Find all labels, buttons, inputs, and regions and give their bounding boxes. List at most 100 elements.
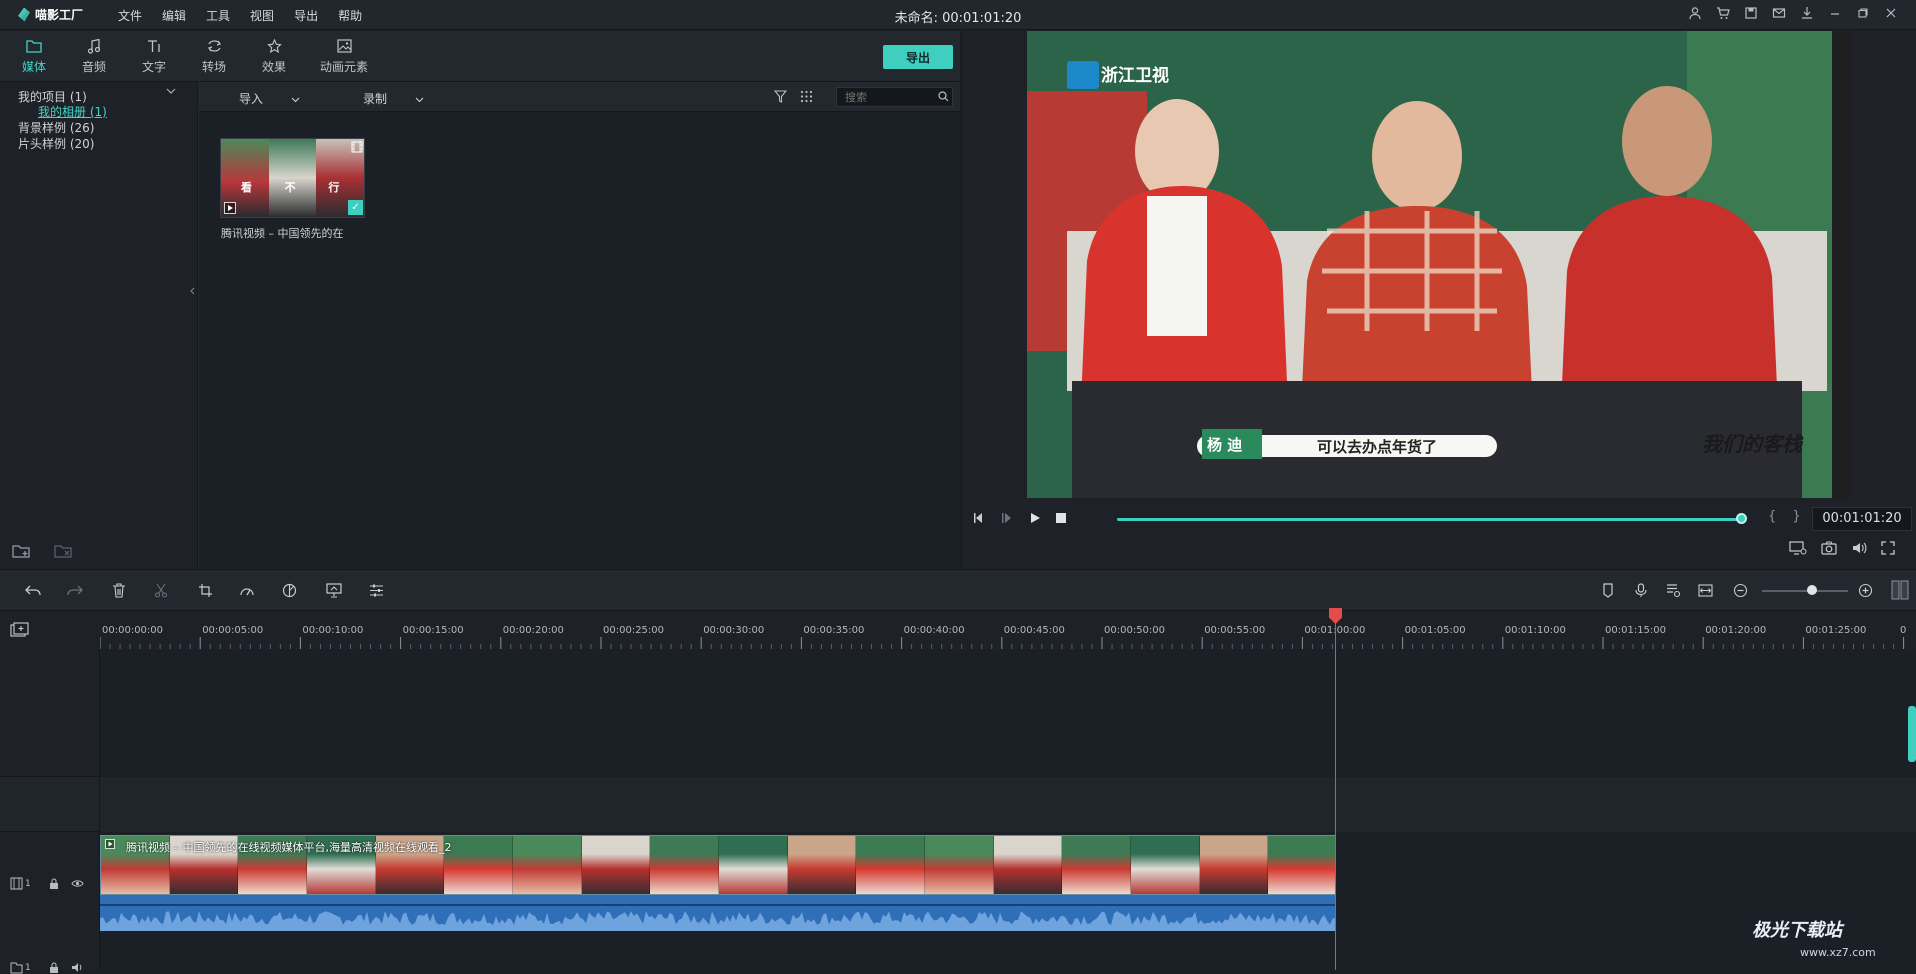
restore-icon[interactable]	[1856, 6, 1872, 22]
play-icon[interactable]	[1028, 511, 1042, 525]
grid-view-icon[interactable]	[800, 90, 813, 103]
account-icon[interactable]	[1688, 6, 1704, 22]
volume-icon[interactable]	[1851, 541, 1867, 555]
logo-icon	[18, 7, 30, 22]
scissors-icon[interactable]	[154, 583, 168, 598]
green-screen-icon[interactable]	[326, 583, 342, 598]
close-icon[interactable]	[1884, 6, 1900, 22]
clip-frame	[650, 836, 720, 894]
tab-media[interactable]: 媒体	[4, 31, 64, 81]
zoom-in-icon[interactable]	[1858, 583, 1873, 598]
video-clip[interactable]: 腾讯视频 – 中国领先的在线视频媒体平台,海量高清视频在线观看_2	[100, 835, 1336, 895]
menu-export[interactable]: 导出	[284, 7, 328, 24]
progress-handle[interactable]	[1736, 513, 1747, 524]
marker-icon[interactable]	[1602, 583, 1614, 598]
undo-icon[interactable]	[25, 584, 41, 598]
menu-view[interactable]: 视图	[240, 7, 284, 24]
minimize-icon[interactable]	[1828, 6, 1844, 22]
speed-icon[interactable]	[239, 583, 255, 597]
vertical-scrollbar[interactable]	[1908, 706, 1916, 762]
add-track-icon[interactable]	[10, 622, 29, 637]
search-icon[interactable]	[938, 91, 949, 102]
chevron-left-icon[interactable]	[190, 287, 195, 295]
menu-bar: 文件 编辑 工具 视图 导出 帮助	[108, 7, 372, 24]
media-tabs: 媒体 音频 文字 转场 效果 动画元素	[0, 31, 960, 81]
clip-frame	[444, 836, 514, 894]
music-note-icon	[85, 37, 103, 55]
record-dropdown[interactable]: 录制	[363, 90, 424, 107]
thumbnail-label: 腾讯视频 – 中国领先的在	[221, 227, 344, 240]
stop-icon[interactable]	[1055, 512, 1067, 524]
video-track-header: 1	[10, 877, 84, 890]
cart-icon[interactable]	[1716, 6, 1732, 22]
tree-intro-samples[interactable]: 片头样例 (20)	[18, 135, 94, 152]
export-button[interactable]: 导出	[883, 45, 953, 69]
audio-track-header: 1	[10, 961, 84, 974]
fullscreen-icon[interactable]	[1881, 541, 1895, 555]
tab-animated-elements[interactable]: 动画元素	[304, 31, 384, 81]
ruler-label: 00:00:30:00	[703, 625, 765, 636]
lock-icon[interactable]	[49, 877, 59, 890]
timeline-ruler[interactable]: 00:00:00:00 00:00:05:00 00:00:10:00 00:00:1…	[0, 611, 1916, 649]
tab-transition[interactable]: 转场	[184, 31, 244, 81]
watermark-logo: 极光下载站	[1752, 920, 1842, 941]
color-icon[interactable]	[282, 583, 297, 598]
playhead-line[interactable]	[1335, 621, 1336, 970]
next-frame-icon[interactable]	[1000, 511, 1014, 525]
download-icon[interactable]	[1800, 6, 1816, 22]
audio-waveform-clip[interactable]	[100, 895, 1336, 931]
eye-icon[interactable]	[71, 879, 84, 888]
audio-track-icon	[10, 961, 23, 974]
camera-icon[interactable]	[1821, 541, 1837, 555]
tree-background-samples[interactable]: 背景样例 (26)	[18, 119, 94, 136]
ruler-label: 0	[1900, 625, 1907, 636]
display-settings-icon[interactable]	[1789, 541, 1807, 555]
playback-controls: { } 00:01:01:20	[962, 501, 1916, 537]
menu-file[interactable]: 文件	[108, 7, 152, 24]
zoom-slider[interactable]	[1762, 590, 1848, 592]
zoom-slider-handle[interactable]	[1807, 585, 1817, 595]
ruler-label: 00:00:05:00	[202, 625, 264, 636]
remove-folder-icon[interactable]	[54, 543, 74, 559]
delete-icon[interactable]	[112, 583, 126, 598]
media-thumbnail[interactable]: 看 不 行	[220, 138, 365, 218]
frame-caption: 不	[284, 181, 296, 194]
fit-timeline-icon[interactable]	[1698, 583, 1713, 598]
clip-frame	[1062, 836, 1132, 894]
crop-icon[interactable]	[198, 583, 213, 598]
mail-icon[interactable]	[1772, 6, 1788, 22]
filter-icon[interactable]	[774, 90, 787, 103]
tab-effects[interactable]: 效果	[244, 31, 304, 81]
adjust-icon[interactable]	[369, 583, 384, 598]
video-preview[interactable]: 浙江卫视 杨 迪 可以去办点年货了 我们的客栈	[1027, 31, 1852, 498]
menu-edit[interactable]: 编辑	[152, 7, 196, 24]
clip-frame	[856, 836, 926, 894]
playback-progress[interactable]	[1117, 518, 1741, 521]
speaker-icon[interactable]	[71, 962, 84, 973]
tab-text[interactable]: 文字	[124, 31, 184, 81]
chevron-down-icon[interactable]	[166, 88, 176, 94]
film-icon	[351, 141, 363, 153]
clip-frame	[719, 836, 788, 894]
voiceover-icon[interactable]	[1666, 583, 1681, 598]
lock-icon[interactable]	[49, 961, 59, 974]
panel-layout-icon[interactable]	[1891, 580, 1909, 600]
ruler-label: 00:00:50:00	[1104, 625, 1166, 636]
frame-caption: 行	[328, 181, 340, 194]
mark-in-out-button[interactable]: { }	[1768, 509, 1807, 524]
tree-my-album[interactable]: 我的相册 (1)	[38, 103, 107, 120]
ruler-label: 00:01:25:00	[1805, 625, 1867, 636]
prev-frame-icon[interactable]	[972, 511, 986, 525]
save-icon[interactable]	[1744, 6, 1760, 22]
menu-tools[interactable]: 工具	[196, 7, 240, 24]
tab-audio[interactable]: 音频	[64, 31, 124, 81]
search-input[interactable]	[836, 87, 953, 107]
import-dropdown[interactable]: 导入	[239, 90, 300, 107]
zoom-out-icon[interactable]	[1733, 583, 1748, 598]
redo-icon[interactable]	[67, 584, 83, 598]
menu-help[interactable]: 帮助	[328, 7, 372, 24]
tab-transition-label: 转场	[201, 60, 226, 74]
new-folder-icon[interactable]	[12, 543, 32, 559]
ruler-label: 00:00:55:00	[1204, 625, 1266, 636]
microphone-icon[interactable]	[1635, 583, 1647, 598]
